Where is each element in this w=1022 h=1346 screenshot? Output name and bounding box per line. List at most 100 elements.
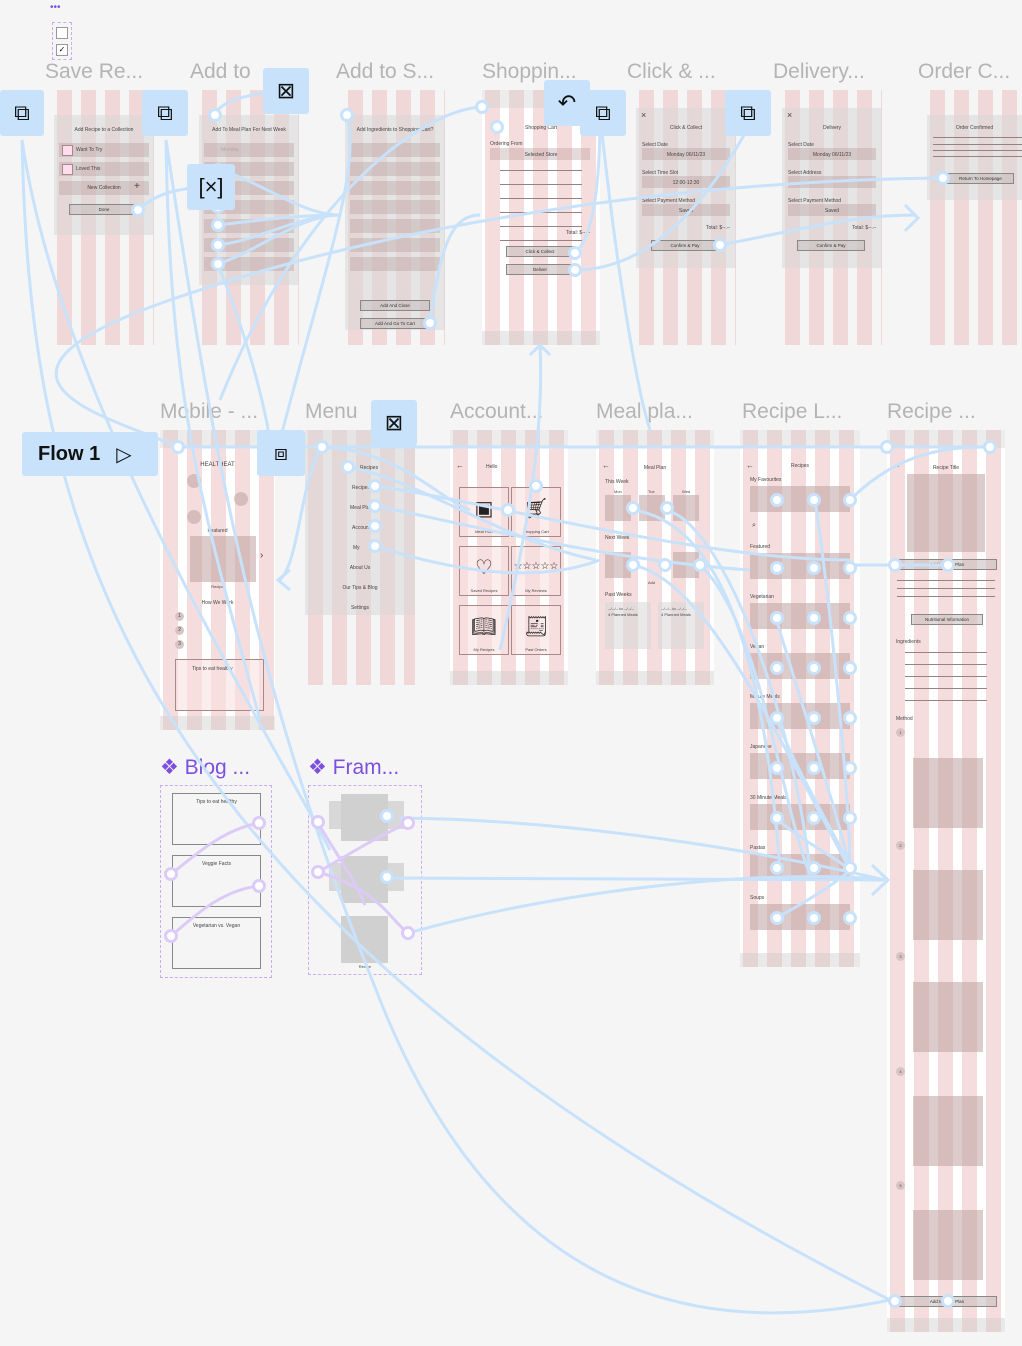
return-homepage-button[interactable]: Return To Homepage [947,173,1014,184]
payment-select[interactable]: Saved [782,208,882,214]
deliver-button[interactable]: Deliver [506,264,574,275]
flow-starting-point[interactable]: Flow 1 ▷ [22,432,158,476]
frame-title[interactable]: Meal pla... [596,400,693,424]
overlay-icon[interactable]: ⧉ [0,90,44,136]
frame-add-meal-plan[interactable]: Add To Meal Plan For Next Week Monday [199,90,299,345]
step-number: 2 [896,841,905,850]
modal-heading: Add To Meal Plan For Next Week [212,127,286,133]
chevron-right-icon[interactable]: › [260,550,263,561]
nutrition-button[interactable]: Nutritional Information [911,614,983,625]
account-card[interactable]: 🧾︎ Past Orders [511,605,561,655]
close-icon[interactable]: × [641,110,646,120]
step-number: 3 [896,952,905,961]
date-select[interactable]: Monday 06/11/23 [636,152,736,158]
frame-title[interactable]: Save Re... [45,60,143,84]
frame-account[interactable]: ← Hello ▣ Meal Plan 🛒︎ Shopping Cart ♡ Save… [450,430,568,685]
menu-item[interactable]: Recipes [360,465,378,471]
greeting: Hello [486,464,498,470]
frame-delivery[interactable]: × Delivery Select Date Monday 06/11/23 S… [782,90,882,345]
confirm-pay-button[interactable]: Confirm & Pay [797,240,865,251]
frame-order-confirmed[interactable]: Order Confirmed Return To Homepage [927,90,1022,345]
overlay-icon[interactable]: ⧉ [725,90,771,136]
account-card[interactable]: 📖︎ My Recipes [459,605,509,655]
frame-click-collect[interactable]: × Click & Collect Select Date Monday 06/… [636,90,736,345]
account-card[interactable]: ♡ Saved Recipes [459,546,509,596]
frame-title[interactable]: Delivery... [773,60,865,84]
component-name: Blog ... [184,756,251,779]
blog-component-title[interactable]: ❖ Blog ... [160,755,250,780]
carousel-label: Recipe [358,964,372,969]
add-meal-button[interactable]: Add [648,580,655,585]
plus-icon[interactable]: + [134,181,140,192]
cart-icon: 🛒︎ [523,498,549,520]
blog-item-title[interactable]: Vegetarian vs. Vegan [173,923,260,929]
account-card[interactable]: ☆☆☆☆☆ My Reviews [511,546,561,596]
menu-item[interactable]: About Us [305,565,415,571]
frame-title[interactable]: Mobile - ... [160,400,258,424]
blog-item-title[interactable]: Veggie Facts [173,861,260,867]
overlay-icon[interactable]: ⧉ [142,90,188,136]
frame-menu[interactable]: Recipes Recipes Meal Plan Account My Abo… [305,430,415,685]
section-heading: 30 Minute Meals [750,795,787,801]
selection-dots: ••• [50,2,61,13]
account-card[interactable]: 🛒︎ Shopping Cart [511,487,561,537]
frame-title[interactable]: Account... [450,400,543,424]
close-overlay-icon[interactable]: ⊠ [371,400,417,446]
swap-overlay-icon[interactable]: [×] [187,164,235,210]
menu-item[interactable]: Our Tips & Blog [305,585,415,591]
recipe-carousel-component[interactable]: Recipe [308,785,422,975]
confirm-pay-button[interactable]: Confirm & Pay [651,240,719,251]
frame-title[interactable]: Order C... [918,60,1010,84]
modal-heading: Add Recipe to a Collection [74,127,134,133]
blog-item-title[interactable]: Tips to eat healthy [173,799,260,805]
day-label: Tue [648,489,655,494]
back-arrow-icon[interactable]: ← [456,461,464,470]
search-icon[interactable]: ⌕ [752,522,756,530]
past-week-range: --/--/-- to --/--/-- [661,606,687,611]
frame-title[interactable]: Recipe L... [742,400,842,424]
frame-title[interactable]: Click & ... [627,60,716,84]
frame-title[interactable]: Add to S... [336,60,434,84]
add-and-go-to-cart-button[interactable]: Add And Go To Cart [360,318,430,329]
day-option[interactable]: Monday [221,147,239,153]
recipe-title: Recipe Title [932,465,960,471]
card-label: My Recipes [473,647,495,652]
card-label: Meal Plan [475,529,493,534]
frame-title[interactable]: Menu [305,400,358,424]
collection-option[interactable]: Want To Try [76,147,102,153]
frame-component-title[interactable]: ❖ Fram... [308,755,399,780]
checkbox-widget[interactable]: ✓ [52,22,72,60]
frame-title[interactable]: Add to [190,60,251,84]
collection-option[interactable]: Loved This [76,166,100,172]
play-icon[interactable]: ▷ [116,442,131,467]
close-overlay-icon[interactable]: ⊠ [263,68,309,114]
tips-card-title[interactable]: Tips to eat healthy [192,666,233,672]
menu-item[interactable]: My [353,545,360,551]
payment-select[interactable]: Saved [636,208,736,214]
page-heading: Meal Plan [643,465,667,471]
swap-overlay-icon[interactable]: ⧈ [257,430,305,476]
close-icon[interactable]: × [787,110,792,120]
click-collect-button[interactable]: Click & Collect [506,246,574,257]
card-label: Past Orders [525,647,547,652]
time-slot-select[interactable]: 12:00-12:30 [636,180,736,186]
overlay-icon[interactable]: ⧉ [580,90,626,136]
ordering-from-label: Ordering From [490,141,523,147]
frame-save-recipe[interactable]: Add Recipe to a Collection Want To Try L… [54,90,154,345]
frame-add-shopping[interactable]: Add Ingredients to Shopping Cart? Add An… [345,90,445,345]
frame-title[interactable]: Recipe ... [887,400,976,424]
how-we-work-heading: How We Work [201,600,234,606]
modal-heading: Delivery [822,125,842,131]
menu-item[interactable]: Settings [305,605,415,611]
frame-recipe-list[interactable]: ← Recipes My Favourites ⌕ Featured Veget… [740,430,860,967]
carousel-label: Recipe [211,584,224,589]
store-select[interactable]: Selected Store [482,152,600,158]
date-select[interactable]: Monday 06/11/23 [782,152,882,158]
frame-meal-plan[interactable]: ← Meal Plan This Week Mon Tue Wed Next W… [596,430,714,685]
add-and-close-button[interactable]: Add And Close [360,300,430,311]
step-number: 2 [175,626,184,635]
chevron-left-icon[interactable]: ‹ [168,550,171,561]
done-button[interactable]: Done [69,204,139,215]
component-icon: ❖ [308,756,327,779]
book-icon: 📖︎ [471,616,497,638]
